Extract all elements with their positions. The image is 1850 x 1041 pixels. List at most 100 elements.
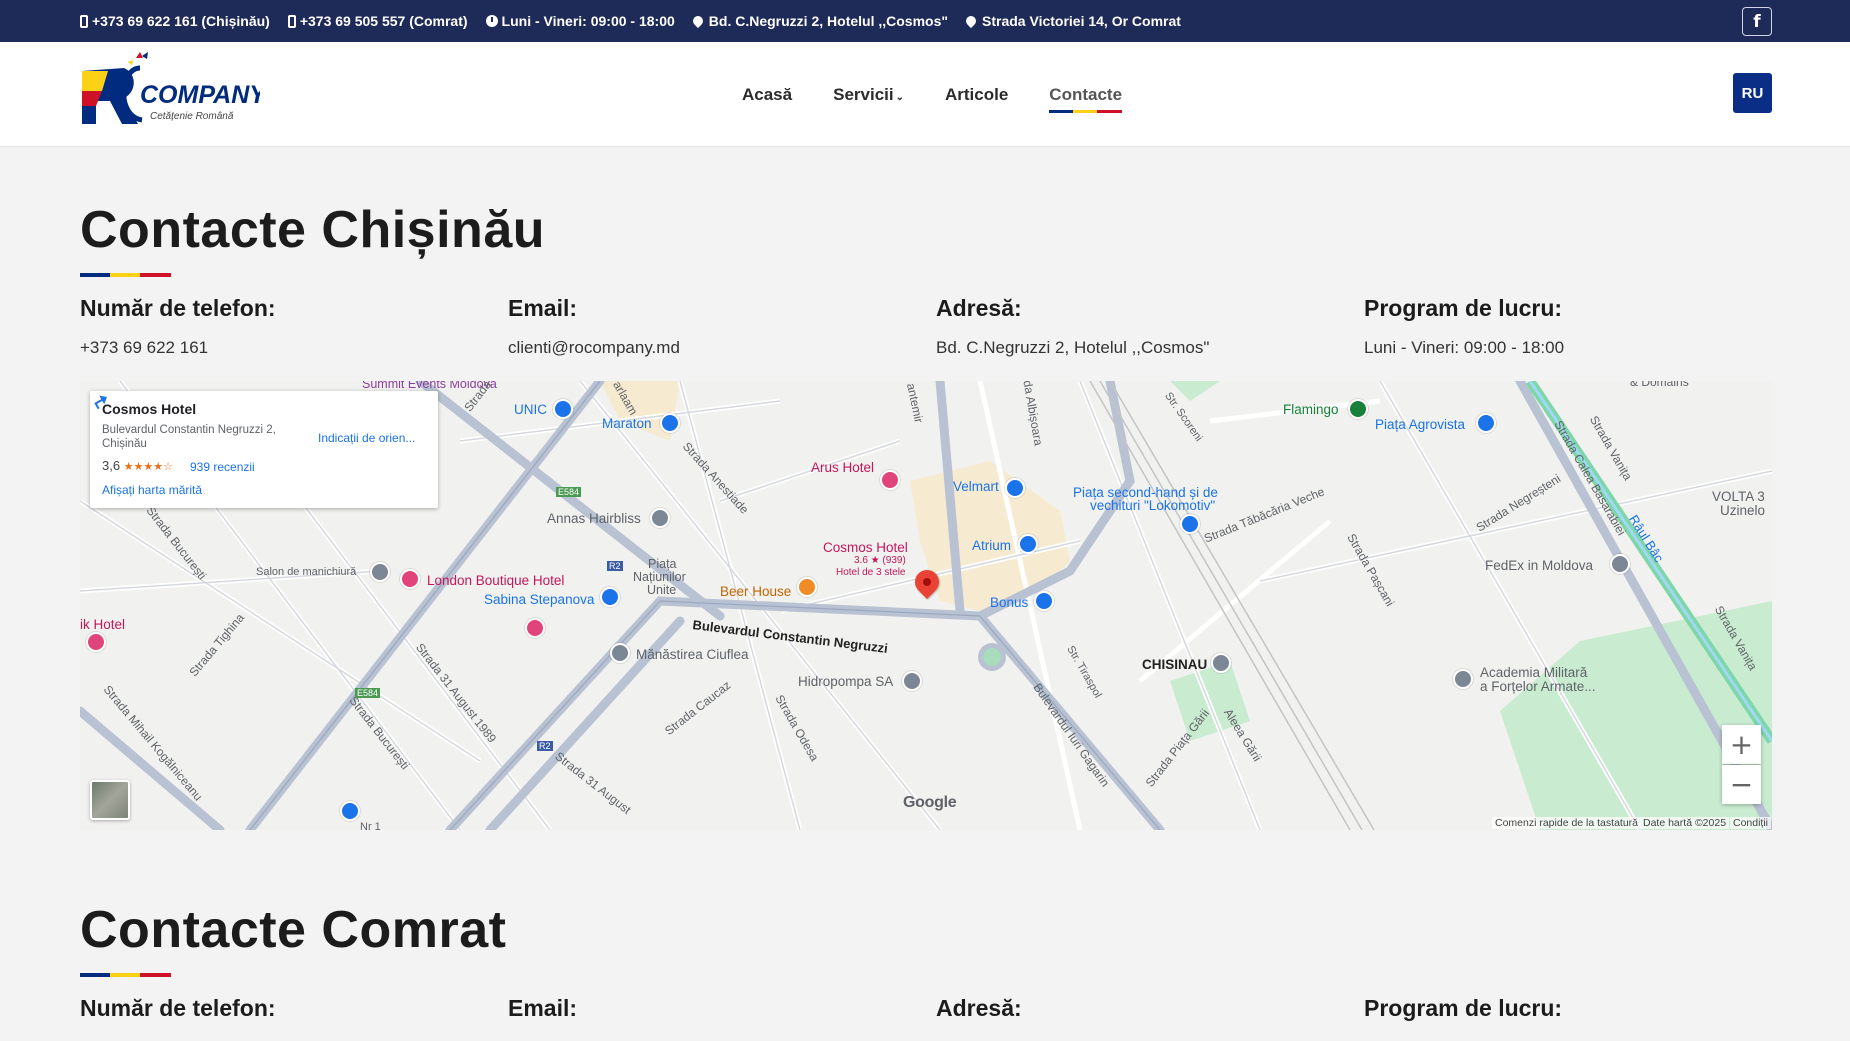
google-map[interactable]: UNIC Maraton Arus Hotel Velmart Piața se… (80, 381, 1772, 830)
chisinau-title: Contacte Chișinău (80, 201, 545, 259)
poi-flamingo[interactable]: Flamingo (1283, 402, 1339, 417)
road-shield-r2-2: R2 (537, 741, 553, 751)
shopping-poi-icon[interactable] (553, 399, 573, 419)
main-nav: Acasă Servicii ⌄ Articole Contacte (742, 42, 1122, 147)
top-bar-contacts: +373 69 622 161 (Chișinău) +373 69 505 5… (80, 0, 1181, 42)
email-heading: Email: (508, 295, 578, 321)
google-logo: Google (903, 794, 957, 811)
poi-fedex[interactable]: FedEx in Moldova (1485, 558, 1593, 573)
topbar-address-comrat: Strada Victoriei 14, Or Comrat (963, 13, 1181, 29)
shopping-poi-icon[interactable] (1018, 534, 1038, 554)
phone-heading: Număr de telefon: (80, 295, 276, 321)
poi-manastirea[interactable]: Mănăstirea Ciuflea (636, 647, 749, 662)
poi-unic[interactable]: UNIC (514, 402, 547, 417)
phone-icon (287, 14, 296, 28)
poi-piata-unirii-line3: Unite (647, 583, 677, 597)
zoom-in-button[interactable]: + (1722, 725, 1761, 764)
facebook-icon[interactable]: f (1742, 7, 1772, 36)
place-poi-icon[interactable] (370, 562, 390, 582)
poi-arus-hotel[interactable]: Arus Hotel (811, 460, 874, 475)
hotel-poi-icon[interactable] (525, 618, 545, 638)
topbar-phone-comrat[interactable]: +373 69 505 557 (Comrat) (287, 13, 468, 29)
place-rating: 3,6 ★★★★☆ (102, 458, 174, 473)
shopping-poi-icon[interactable] (1476, 413, 1496, 433)
nav-home[interactable]: Acasă (742, 85, 792, 105)
place-poi-icon[interactable] (1453, 669, 1473, 689)
road-shield-r2: R2 (607, 561, 623, 571)
place-poi-icon[interactable] (1610, 554, 1630, 574)
comrat-phone-heading: Număr de telefon: (80, 995, 276, 1021)
place-address: Bulevardul Constantin Negruzzi 2, Chișin… (102, 424, 276, 450)
poi-atrium[interactable]: Atrium (972, 538, 1011, 553)
poi-piata-unirii[interactable]: Piața (648, 557, 677, 571)
keyboard-shortcuts-link[interactable]: Comenzi rapide de la tastatură (1492, 817, 1641, 829)
poi-cosmos-label[interactable]: Cosmos Hotel (823, 540, 908, 555)
language-switch-button[interactable]: RU (1733, 73, 1772, 113)
poi-bonus[interactable]: Bonus (990, 595, 1028, 610)
hotel-poi-icon[interactable] (400, 569, 420, 589)
map-data-attribution[interactable]: Date hartă ©2025 (1640, 817, 1730, 829)
directions-link[interactable]: Indicații de orien... (318, 431, 415, 445)
poi-sabina[interactable]: Sabina Stepanova (484, 592, 594, 607)
topbar-hours: Luni - Vineri: 09:00 - 18:00 (485, 13, 675, 29)
poi-cosmos-type: Hotel de 3 stele (836, 567, 906, 578)
poi-piata-unirii-line2: Națiunilor (633, 570, 686, 584)
hotel-poi-icon[interactable] (86, 632, 106, 652)
poi-academia[interactable]: Academia Militară (1480, 665, 1587, 680)
shopping-poi-icon[interactable] (1005, 478, 1025, 498)
restaurant-poi-icon[interactable] (797, 577, 817, 597)
address-heading: Adresă: (936, 295, 1022, 321)
comrat-hours-heading: Program de lucru: (1364, 995, 1563, 1021)
map-pin-icon (963, 13, 979, 29)
poi-beer-house[interactable]: Beer House (720, 584, 791, 599)
nav-contacts[interactable]: Contacte (1049, 85, 1122, 113)
shopping-poi-icon[interactable] (1180, 514, 1200, 534)
place-poi-icon[interactable] (902, 671, 922, 691)
phone-value[interactable]: +373 69 622 161 (80, 338, 208, 358)
train-station-icon[interactable] (1211, 653, 1231, 673)
place-poi-icon[interactable] (610, 643, 630, 663)
shopping-poi-icon[interactable] (340, 801, 360, 821)
title-underline (80, 273, 171, 277)
clock-icon (485, 15, 498, 27)
rating-stars-icon: ★★★★☆ (123, 461, 174, 473)
poi-ik-hotel[interactable]: ik Hotel (80, 617, 125, 632)
email-value[interactable]: clienti@rocompany.md (508, 338, 680, 358)
hours-value: Luni - Vineri: 09:00 - 18:00 (1364, 338, 1565, 357)
hotel-poi-icon[interactable] (880, 470, 900, 490)
place-title: Cosmos Hotel (102, 401, 197, 417)
comrat-address-heading: Adresă: (936, 995, 1022, 1021)
poi-maraton[interactable]: Maraton (602, 416, 652, 431)
zoom-out-button[interactable]: − (1722, 765, 1761, 804)
place-reviews-link[interactable]: 939 recenzii (190, 460, 255, 474)
site-logo[interactable]: COMPANY Cetățenie Română (80, 46, 268, 136)
place-poi-icon[interactable] (650, 508, 670, 528)
nav-articles[interactable]: Articole (945, 85, 1008, 105)
poi-velmart[interactable]: Velmart (953, 479, 999, 494)
satellite-toggle-thumbnail[interactable] (90, 780, 130, 820)
poi-annas[interactable]: Annas Hairbliss (547, 511, 641, 526)
phone-icon (80, 14, 88, 28)
logo-subtitle: Cetățenie Română (150, 111, 234, 122)
comrat-title: Contacte Comrat (80, 901, 507, 959)
nav-services[interactable]: Servicii ⌄ (833, 85, 904, 105)
poi-volta[interactable]: VOLTA 3 (1712, 489, 1765, 504)
logo-text: COMPANY (140, 81, 260, 109)
poi-chisinau-station[interactable]: CHISINAU (1142, 657, 1207, 672)
directions-icon[interactable] (90, 391, 110, 411)
poi-domains: & Domains (1630, 381, 1689, 389)
park-poi-icon[interactable] (1348, 399, 1368, 419)
topbar-phone-chisinau[interactable]: +373 69 622 161 (Chișinău) (80, 13, 270, 29)
view-larger-map-link[interactable]: Afișați harta mărită (102, 483, 202, 497)
shopping-poi-icon[interactable] (600, 587, 620, 607)
shopping-poi-icon[interactable] (1034, 591, 1054, 611)
poi-salon[interactable]: Salon de manichiură (256, 566, 356, 578)
poi-hidropompa[interactable]: Hidropompa SA (798, 674, 893, 689)
shopping-poi-icon[interactable] (660, 413, 680, 433)
terms-link[interactable]: Condiții (1730, 817, 1772, 829)
poi-london-hotel[interactable]: London Boutique Hotel (427, 573, 564, 588)
poi-agrovista[interactable]: Piața Agrovista (1375, 417, 1465, 432)
poi-academia-line2: a Forțelor Armate... (1480, 679, 1596, 694)
topbar-address-chisinau: Bd. C.Negruzzi 2, Hotelul ,,Cosmos" (690, 13, 948, 29)
top-bar: +373 69 622 161 (Chișinău) +373 69 505 5… (0, 0, 1850, 42)
